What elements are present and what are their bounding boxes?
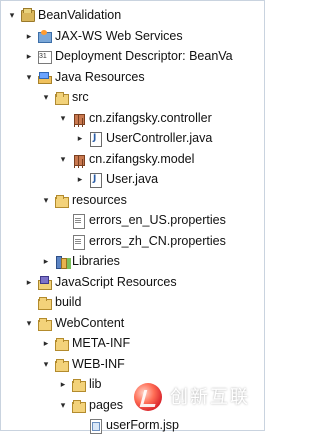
tree-item[interactable]: ▸ JavaScript Resources: [1, 272, 264, 293]
tree-item[interactable]: ▸ JAX-WS Web Services: [1, 26, 264, 47]
tree-item-label: JAX-WS Web Services: [55, 28, 183, 43]
tree-item[interactable]: ▾ BeanValidation: [1, 5, 264, 26]
expand-arrow-icon[interactable]: ▾: [58, 149, 68, 170]
tree-item[interactable]: ▸ META-INF: [1, 333, 264, 354]
collapse-arrow-icon[interactable]: ▸: [24, 46, 34, 67]
tree-item[interactable]: errors_en_US.properties: [1, 210, 264, 231]
tree-item-label: cn.zifangsky.model: [89, 151, 195, 166]
expand-arrow-icon[interactable]: ▾: [24, 313, 34, 334]
tree-item-label: WebContent: [55, 315, 125, 330]
folder-icon: [37, 295, 52, 310]
no-toggle: [58, 210, 68, 231]
tree-item-label: BeanValidation: [38, 8, 122, 22]
no-toggle: [58, 231, 68, 252]
collapse-arrow-icon[interactable]: ▸: [75, 128, 85, 149]
expand-arrow-icon[interactable]: ▾: [41, 190, 51, 211]
deployment-descriptor-icon: [37, 49, 52, 64]
tree-item[interactable]: ▸ Libraries: [1, 251, 264, 272]
properties-file-icon: [71, 213, 86, 229]
tree-item-label: pages: [89, 397, 124, 412]
libraries-icon: [54, 254, 69, 269]
tree-item-label: Java Resources: [55, 69, 145, 84]
tree-item[interactable]: errors_zh_CN.properties: [1, 231, 264, 252]
no-toggle: [75, 415, 85, 436]
folder-icon: [37, 316, 52, 331]
collapse-arrow-icon[interactable]: ▸: [41, 251, 51, 272]
package-icon: [71, 152, 86, 167]
folder-icon: [71, 377, 86, 392]
tree-item-label: build: [55, 295, 82, 309]
tree-item[interactable]: ▾ src: [1, 87, 264, 108]
tree-item[interactable]: ▾ WebContent: [1, 313, 264, 334]
tree-item-label: WEB-INF: [72, 356, 125, 371]
tree-item-label: Libraries: [72, 254, 120, 268]
expand-arrow-icon[interactable]: ▾: [41, 354, 51, 375]
tree-item-label: META-INF: [72, 336, 131, 350]
project-explorer-panel: ▾ BeanValidation ▸ JAX-WS Web Services ▸ Depl…: [0, 0, 265, 434]
tree-item[interactable]: ▾ Java Resources: [1, 67, 264, 88]
java-file-icon: [88, 172, 103, 188]
tree-item-label: errors_zh_CN.properties: [89, 233, 226, 248]
tree-item[interactable]: ▸ Deployment Descriptor: BeanVa: [1, 46, 264, 67]
collapse-arrow-icon[interactable]: ▸: [24, 272, 34, 293]
tree-item-label: cn.zifangsky.controller: [89, 110, 212, 125]
javascript-resources-icon: [37, 275, 52, 290]
java-resources-icon: [37, 70, 52, 85]
tree-item[interactable]: build: [1, 292, 264, 313]
folder-icon: [71, 398, 86, 413]
no-toggle: [24, 292, 34, 313]
tree-item-label: errors_en_US.properties: [89, 213, 226, 227]
expand-arrow-icon[interactable]: ▾: [41, 87, 51, 108]
watermark: 创新互联: [134, 375, 262, 421]
folder-icon: [54, 336, 69, 351]
web-services-icon: [37, 29, 52, 44]
tree-item[interactable]: ▾ cn.zifangsky.controller: [1, 108, 264, 129]
java-file-icon: [88, 131, 103, 147]
collapse-arrow-icon[interactable]: ▸: [24, 26, 34, 47]
tree-item-label: Deployment Descriptor: BeanVa: [55, 49, 233, 63]
watermark-text: 创新互联: [170, 387, 250, 408]
tree-item-label: JavaScript Resources: [55, 274, 177, 289]
tree-item[interactable]: ▾ WEB-INF: [1, 354, 264, 375]
tree-item[interactable]: ▾ resources: [1, 190, 264, 211]
tree-item-label: User.java: [106, 172, 159, 186]
collapse-arrow-icon[interactable]: ▸: [75, 169, 85, 190]
expand-arrow-icon[interactable]: ▾: [58, 395, 68, 416]
project-tree: ▾ BeanValidation ▸ JAX-WS Web Services ▸ Depl…: [1, 5, 264, 436]
expand-arrow-icon[interactable]: ▾: [58, 108, 68, 129]
expand-arrow-icon[interactable]: ▾: [24, 67, 34, 88]
tree-item-label: UserController.java: [106, 131, 213, 145]
tree-item-label: resources: [72, 192, 127, 207]
watermark-logo-icon: [134, 383, 162, 411]
folder-icon: [54, 357, 69, 372]
package-icon: [71, 111, 86, 126]
properties-file-icon: [71, 234, 86, 250]
folder-icon: [54, 193, 69, 208]
expand-arrow-icon[interactable]: ▾: [7, 5, 17, 26]
tree-item[interactable]: ▾ cn.zifangsky.model: [1, 149, 264, 170]
project-folder-icon: [20, 8, 35, 23]
source-folder-icon: [54, 90, 69, 105]
tree-item[interactable]: ▸ UserController.java: [1, 128, 264, 149]
collapse-arrow-icon[interactable]: ▸: [41, 333, 51, 354]
tree-item-label: src: [72, 90, 89, 104]
tree-item[interactable]: ▸ User.java: [1, 169, 264, 190]
tree-item-label: lib: [89, 377, 102, 391]
collapse-arrow-icon[interactable]: ▸: [58, 374, 68, 395]
